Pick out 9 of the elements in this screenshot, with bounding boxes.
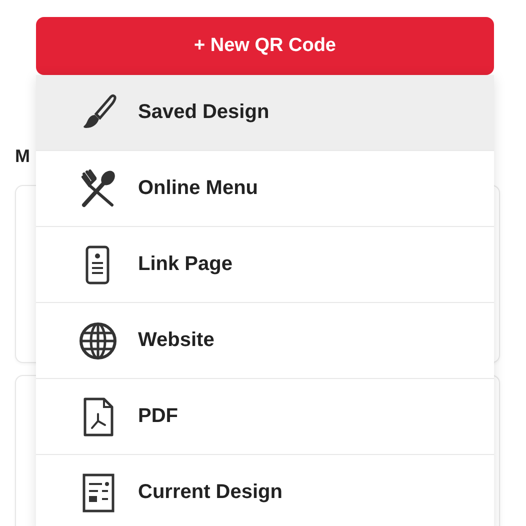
menu-item[interactable]: Link Page bbox=[36, 227, 494, 303]
new-qr-code-button[interactable]: + New QR Code bbox=[36, 17, 494, 75]
globe-icon bbox=[78, 320, 118, 360]
menu-item[interactable]: Online Menu bbox=[36, 151, 494, 227]
menu-item[interactable]: Current Design bbox=[36, 455, 494, 526]
menu-item[interactable]: Saved Design bbox=[36, 75, 494, 151]
menu-item[interactable]: Website bbox=[36, 303, 494, 379]
section-heading: M bbox=[15, 146, 31, 167]
menu-item[interactable]: PDF bbox=[36, 379, 494, 455]
